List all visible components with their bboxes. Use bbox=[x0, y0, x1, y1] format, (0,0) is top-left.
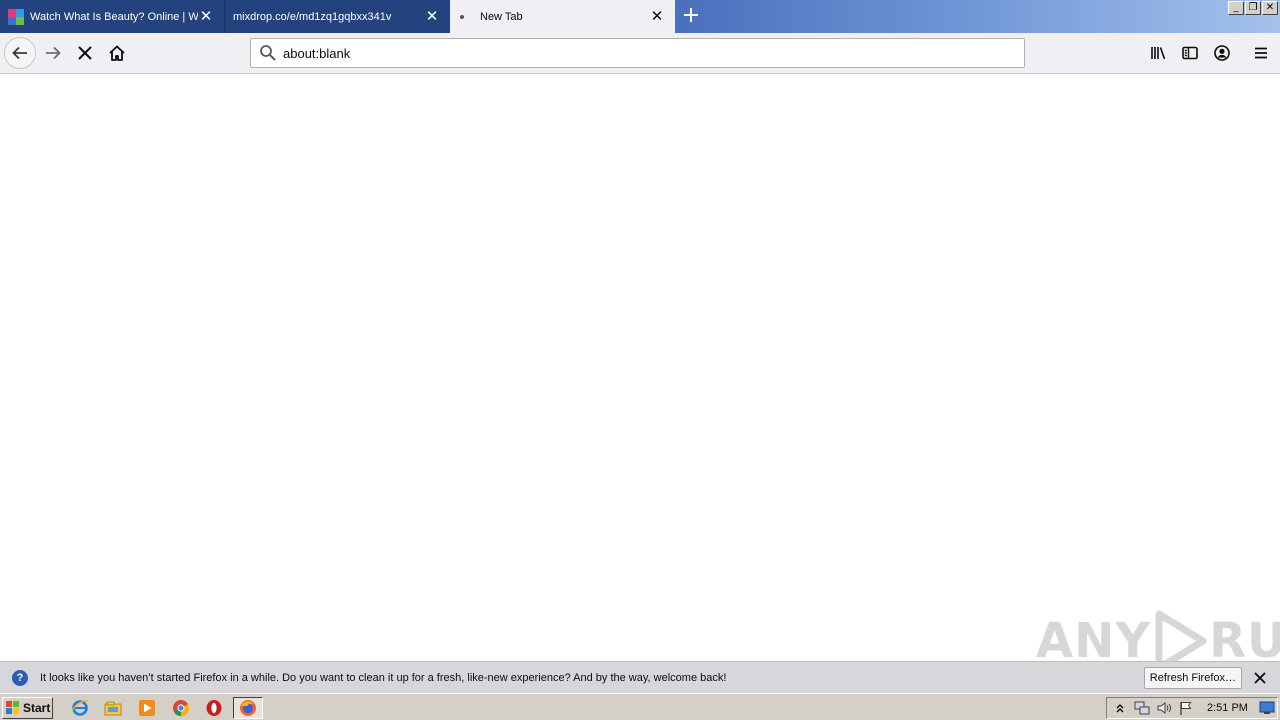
tab-watch-what-is-beauty[interactable]: Watch What Is Beauty? Online | W ✕ bbox=[0, 0, 225, 33]
account-button[interactable] bbox=[1206, 37, 1238, 69]
network-icon[interactable] bbox=[1133, 699, 1151, 717]
tab-title: Watch What Is Beauty? Online | W bbox=[30, 10, 198, 23]
site-favicon-icon bbox=[8, 8, 24, 25]
home-button[interactable] bbox=[101, 37, 133, 69]
close-tab-icon[interactable]: ✕ bbox=[649, 9, 665, 25]
file-explorer-icon[interactable] bbox=[103, 698, 123, 718]
tab-title: mixdrop.co/e/md1zq1gqbxx341v bbox=[233, 10, 392, 23]
windows-logo-icon bbox=[6, 701, 20, 715]
refresh-firefox-notification: ? It looks like you haven’t started Fire… bbox=[0, 661, 1280, 693]
volume-icon[interactable] bbox=[1155, 699, 1173, 717]
firefox-icon bbox=[240, 700, 256, 716]
media-player-icon[interactable] bbox=[137, 698, 157, 718]
back-button[interactable] bbox=[4, 37, 36, 69]
forward-button[interactable] bbox=[37, 37, 69, 69]
library-icon bbox=[1151, 47, 1166, 60]
start-button[interactable]: Start bbox=[2, 697, 53, 719]
forward-arrow-icon bbox=[46, 46, 61, 60]
loading-dot-icon bbox=[460, 14, 464, 19]
tab-strip: Watch What Is Beauty? Online | W ✕ mixdr… bbox=[0, 0, 1280, 33]
opera-icon[interactable] bbox=[204, 698, 224, 718]
windows-taskbar: Start 2:51 PM bbox=[0, 693, 1280, 720]
window-controls: _ ❐ ✕ bbox=[1228, 1, 1278, 15]
open-menu-button[interactable] bbox=[1245, 37, 1277, 69]
library-button[interactable] bbox=[1142, 37, 1174, 69]
firefox-taskbar-button[interactable] bbox=[233, 697, 263, 719]
address-bar[interactable] bbox=[250, 38, 1025, 68]
tab-mixdrop[interactable]: mixdrop.co/e/md1zq1gqbxx341v ✕ bbox=[225, 0, 450, 33]
tab-new-tab[interactable]: New Tab ✕ bbox=[450, 0, 675, 33]
chrome-icon[interactable] bbox=[171, 698, 191, 718]
refresh-firefox-button[interactable]: Refresh Firefox… bbox=[1143, 666, 1242, 689]
plus-icon bbox=[684, 8, 698, 22]
hamburger-menu-icon bbox=[1255, 47, 1267, 59]
close-tab-icon[interactable]: ✕ bbox=[424, 9, 440, 25]
restore-button[interactable]: ❐ bbox=[1245, 1, 1261, 15]
close-notification-icon[interactable] bbox=[1250, 668, 1270, 688]
stop-button[interactable] bbox=[69, 37, 101, 69]
sidebar-icon bbox=[1182, 46, 1198, 60]
tab-title: New Tab bbox=[480, 10, 523, 23]
close-tab-icon[interactable]: ✕ bbox=[198, 9, 214, 25]
page-content: ANY RUN bbox=[0, 74, 1280, 672]
account-icon bbox=[1214, 45, 1230, 61]
home-icon bbox=[109, 45, 125, 61]
url-input[interactable] bbox=[283, 41, 1024, 65]
back-arrow-icon bbox=[12, 46, 27, 60]
minimize-button[interactable]: _ bbox=[1228, 1, 1244, 15]
system-tray: 2:51 PM bbox=[1106, 697, 1278, 719]
stop-icon bbox=[78, 46, 92, 60]
clock[interactable]: 2:51 PM bbox=[1207, 702, 1248, 714]
search-icon bbox=[260, 45, 276, 61]
show-desktop-icon[interactable] bbox=[1258, 699, 1276, 717]
sidebar-button[interactable] bbox=[1174, 37, 1206, 69]
action-center-flag-icon[interactable] bbox=[1177, 699, 1195, 717]
notification-text: It looks like you haven’t started Firefo… bbox=[40, 671, 727, 684]
question-icon: ? bbox=[12, 669, 28, 686]
navigation-toolbar bbox=[0, 33, 1280, 74]
start-label: Start bbox=[23, 701, 51, 715]
close-window-button[interactable]: ✕ bbox=[1262, 1, 1278, 15]
internet-explorer-icon[interactable] bbox=[70, 698, 90, 718]
new-tab-button[interactable] bbox=[680, 5, 702, 27]
show-hidden-icon[interactable] bbox=[1111, 699, 1129, 717]
